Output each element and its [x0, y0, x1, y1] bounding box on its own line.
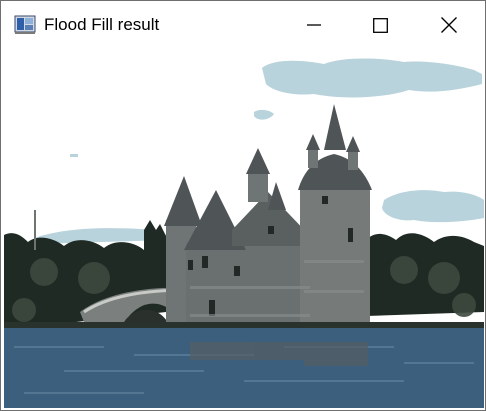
- minimize-icon: [307, 18, 321, 32]
- window-title: Flood Fill result: [44, 15, 160, 34]
- maximize-button[interactable]: [357, 1, 403, 49]
- minimize-button[interactable]: [291, 1, 337, 49]
- maximize-icon: [372, 17, 388, 33]
- image-canvas: [4, 50, 484, 408]
- water: [4, 328, 484, 408]
- close-button[interactable]: [426, 1, 472, 49]
- app-icon: [14, 15, 36, 35]
- castle-image: [4, 50, 484, 408]
- window: Flood Fill result: [0, 0, 486, 411]
- title-bar[interactable]: Flood Fill result: [1, 1, 485, 49]
- close-icon: [441, 17, 457, 33]
